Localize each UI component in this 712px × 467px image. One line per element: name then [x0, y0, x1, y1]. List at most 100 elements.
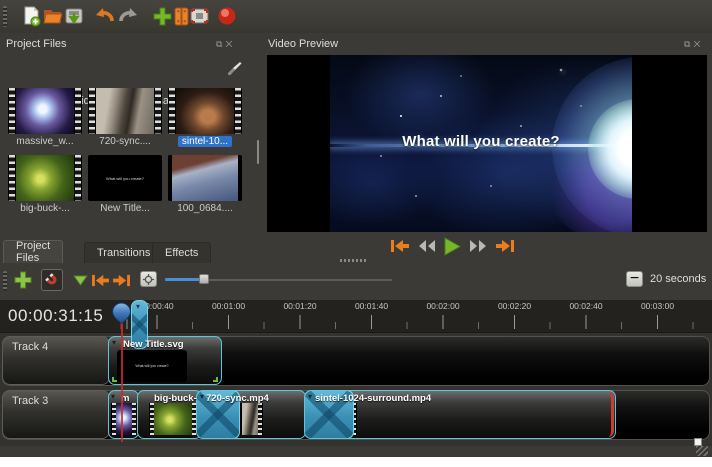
clip-big-buck[interactable]: big-buck- [137, 390, 202, 439]
jump-to-start-button[interactable] [390, 238, 410, 254]
clip-trim-handle-right[interactable] [213, 377, 218, 382]
file-label: New Title... [100, 203, 150, 214]
stars [400, 115, 402, 117]
transition-menu-chevron-icon[interactable]: ▾ [308, 392, 312, 401]
open-project-icon[interactable] [42, 5, 64, 27]
snapping-toggle[interactable] [41, 269, 63, 291]
file-thumbnail-sintel[interactable] [168, 88, 242, 134]
transport-controls [390, 236, 515, 256]
clip-label: New Title.svg [123, 339, 184, 350]
tab-effects[interactable]: Effects [152, 242, 212, 263]
zoom-slider-handle[interactable] [199, 274, 209, 284]
file-thumbnail-massive[interactable] [8, 88, 82, 134]
video-frame: What will you create? [330, 55, 632, 232]
timeline: 00:00:31:15 00:00:40 00:01:00 00:01:20 0… [0, 300, 712, 446]
toolbar-drag-handle[interactable] [3, 6, 7, 27]
playhead-line [121, 320, 123, 442]
timeline-toolbar: − 20 seconds [0, 263, 712, 300]
project-files-panel: Project Files ⧉✕ Show All Video Audio Im… [0, 33, 262, 263]
thumbnail-image [172, 155, 238, 201]
clear-filter-brush-icon[interactable] [223, 58, 245, 80]
rewind-button[interactable] [417, 239, 436, 253]
ruler-mark: 00:01:40 [354, 301, 389, 311]
zoom-scale-label: 20 seconds [650, 273, 707, 285]
export-video-icon[interactable] [216, 5, 238, 27]
clip-trim-handle-left[interactable] [112, 377, 117, 382]
video-preview-canvas[interactable]: What will you create? [267, 55, 707, 232]
save-project-icon[interactable] [63, 5, 85, 27]
redo-icon[interactable] [117, 5, 139, 27]
tab-project-files[interactable]: Project Files [3, 240, 64, 264]
track-3-label[interactable]: Track 3 [2, 390, 110, 439]
clip-thumbnail [111, 403, 137, 435]
previous-marker-icon[interactable] [90, 270, 110, 290]
transition-menu-chevron-icon[interactable]: ▾ [200, 392, 204, 401]
clip-menu-chevron-icon[interactable]: ▾ [111, 392, 115, 401]
play-button[interactable] [443, 236, 462, 256]
fast-forward-button[interactable] [469, 239, 488, 253]
file-thumbnail-new-title[interactable]: What will you create? [88, 155, 162, 201]
ruler-minor-ticks [110, 322, 712, 329]
main-toolbar [0, 0, 712, 33]
clip-massive[interactable]: ▾ m [108, 390, 139, 439]
project-files-scrollbar[interactable] [257, 140, 259, 164]
fullscreen-icon[interactable] [188, 5, 210, 27]
ruler-mark: 00:02:20 [497, 301, 532, 311]
thumbnail-image [176, 88, 234, 134]
file-thumbnail-100-0684[interactable] [168, 155, 242, 201]
clip-end-marker [608, 392, 614, 437]
add-track-icon[interactable] [13, 270, 33, 290]
jump-to-end-button[interactable] [495, 238, 515, 254]
ruler-mark: 00:01:00 [211, 301, 246, 311]
openshot-window: Project Files ⧉✕ Show All Video Audio Im… [0, 0, 712, 457]
timeline-toolbar-handle[interactable] [3, 271, 7, 291]
file-thumbnail-720-sync[interactable] [88, 88, 162, 134]
video-title-text: What will you create? [402, 133, 560, 150]
ruler-labels: 00:00:40 00:01:00 00:01:20 00:01:40 00:0… [110, 301, 712, 313]
clip-720-sync[interactable]: 720-sync.mp4 ▾ [196, 390, 306, 439]
file-thumbnail-big-buck[interactable] [8, 155, 82, 201]
ruler-mark: 00:02:40 [569, 301, 603, 311]
new-project-icon[interactable] [20, 5, 42, 27]
file-label: massive_w... [16, 136, 74, 147]
zoom-slider-fill [165, 278, 203, 281]
close-panel-icon[interactable]: ✕ [693, 39, 703, 49]
clip-label: big-buck- [154, 393, 197, 404]
file-label: 720-sync.... [99, 136, 151, 147]
file-label: big-buck-... [20, 203, 70, 214]
clip-thumbnail [239, 403, 263, 435]
scrollbar-end-handle[interactable] [694, 438, 702, 446]
razor-marker-icon[interactable] [70, 270, 90, 290]
close-panel-icon[interactable]: ✕ [225, 39, 235, 49]
transition-menu-chevron-icon[interactable]: ▾ [136, 302, 140, 311]
video-preview-title: Video Preview [268, 38, 339, 50]
thumbnail-image [96, 88, 154, 134]
thumbnail-image [16, 88, 74, 134]
clip-label: sintel-1024-surround.mp4 [315, 393, 432, 404]
timeline-ruler[interactable]: 00:00:31:15 00:00:40 00:01:00 00:01:20 0… [0, 300, 712, 333]
undo-icon[interactable] [93, 5, 115, 27]
clip-new-title[interactable]: ▾ New Title.svg What will you create? [108, 336, 222, 385]
clip-menu-chevron-icon[interactable]: ▾ [112, 338, 116, 347]
playhead-handle[interactable] [111, 302, 132, 333]
panel-dock-icons[interactable]: ⧉✕ [684, 39, 703, 50]
center-on-playhead-button[interactable] [140, 271, 157, 287]
clip-thumbnail [149, 403, 197, 435]
project-files-title: Project Files [6, 38, 67, 50]
zoom-out-button[interactable]: − [626, 270, 643, 287]
thumbnail-image [16, 155, 74, 201]
track-4-label[interactable]: Track 4 [2, 336, 110, 385]
playhead-timecode: 00:00:31:15 [8, 306, 104, 325]
title-thumb-text: What will you create? [105, 175, 144, 181]
file-label: 100_0684.... [177, 203, 233, 214]
file-label-selected: sintel-10... [168, 136, 242, 150]
panel-dock-icons[interactable]: ⧉✕ [216, 39, 235, 50]
splitter-handle[interactable] [340, 259, 366, 262]
ruler-mark: 00:02:00 [426, 301, 460, 311]
ruler-mark: 00:03:00 [640, 301, 675, 311]
clip-thumbnail: What will you create? [117, 350, 187, 382]
clip-sintel[interactable]: sintel-1024-surround.mp4 ▾ [304, 390, 616, 439]
next-marker-icon[interactable] [111, 270, 131, 290]
ruler-mark: 00:01:20 [283, 301, 317, 311]
window-resize-grip[interactable] [696, 446, 708, 456]
